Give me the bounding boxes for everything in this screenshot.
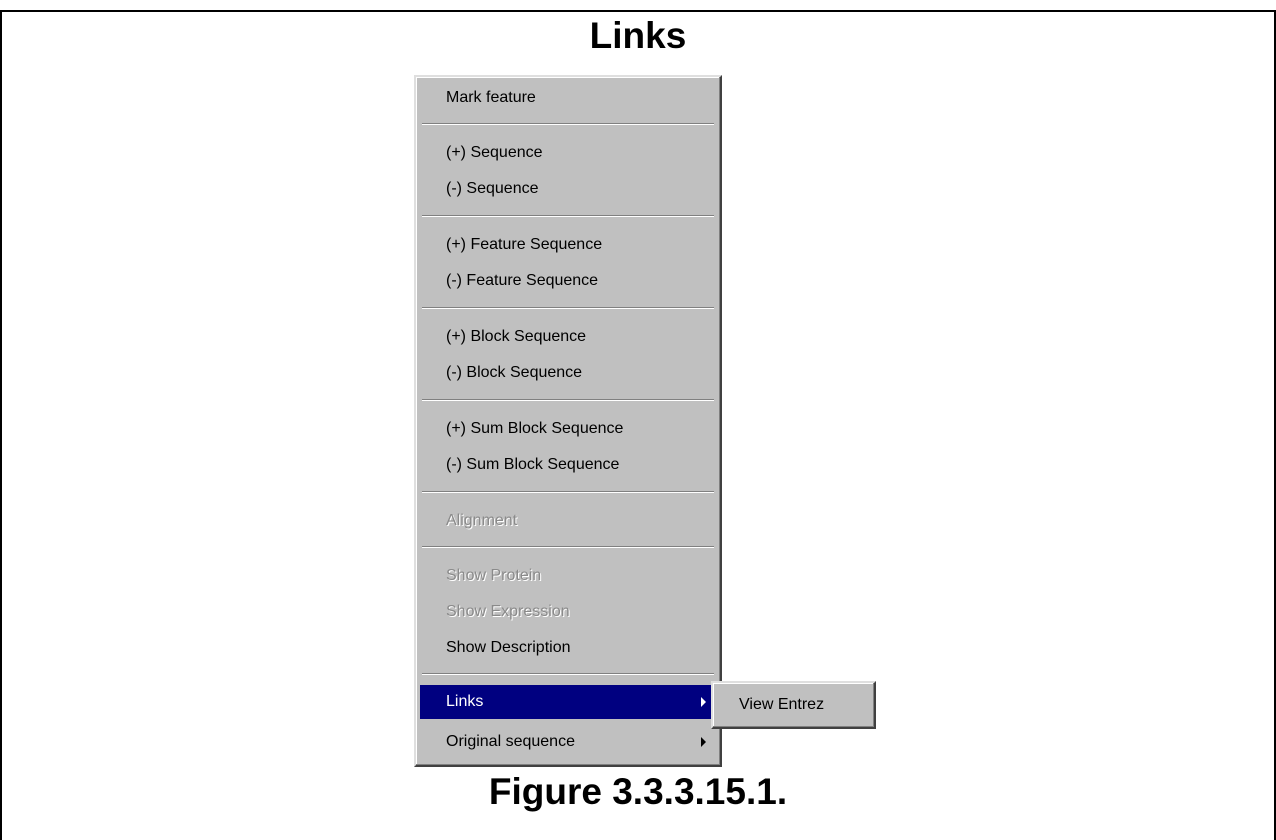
- menu-separator: [422, 307, 714, 309]
- menu-item-links-label: Links: [446, 693, 484, 710]
- menu-item-plus-sum-block-sequence[interactable]: (+) Sum Block Sequence: [420, 412, 716, 446]
- figure-caption: Figure 3.3.3.15.1.: [488, 771, 788, 812]
- menu-item-original-sequence-label: Original sequence: [446, 733, 575, 750]
- menu-item-show-protein: Show Protein: [446, 567, 542, 584]
- menu-item-minus-block-sequence[interactable]: (-) Block Sequence: [420, 356, 716, 390]
- menu-item-show-description[interactable]: Show Description: [420, 631, 716, 665]
- page-title: Links: [589, 15, 687, 56]
- menu-separator: [422, 123, 714, 125]
- menu-separator: [422, 491, 714, 493]
- menu-item-plus-block-sequence[interactable]: (+) Block Sequence: [420, 320, 716, 354]
- menu-separator: [422, 399, 714, 401]
- menu-item-mark-feature[interactable]: Mark feature: [420, 81, 716, 115]
- menu-item-links[interactable]: Links: [420, 685, 716, 719]
- menu-item-alignment: Alignment: [446, 512, 518, 529]
- menu-separator: [422, 546, 714, 548]
- menu-separator: [422, 215, 714, 217]
- submenu-arrow-icon: [701, 697, 706, 707]
- submenu-item-view-entrez[interactable]: View Entrez: [717, 688, 870, 722]
- menu-item-minus-sum-block-sequence[interactable]: (-) Sum Block Sequence: [420, 448, 716, 482]
- menu-item-original-sequence[interactable]: Original sequence: [420, 725, 716, 759]
- menu-item-plus-sequence[interactable]: (+) Sequence: [420, 136, 716, 170]
- submenu-arrow-icon: [701, 737, 706, 747]
- context-menu: Mark feature (+) Sequence (-) Sequence (…: [414, 75, 722, 767]
- links-submenu: View Entrez: [711, 681, 876, 729]
- menu-item-show-expression: Show Expression: [446, 603, 570, 620]
- menu-separator: [422, 673, 714, 675]
- menu-item-plus-feature-sequence[interactable]: (+) Feature Sequence: [420, 228, 716, 262]
- menu-item-minus-sequence[interactable]: (-) Sequence: [420, 172, 716, 206]
- menu-item-minus-feature-sequence[interactable]: (-) Feature Sequence: [420, 264, 716, 298]
